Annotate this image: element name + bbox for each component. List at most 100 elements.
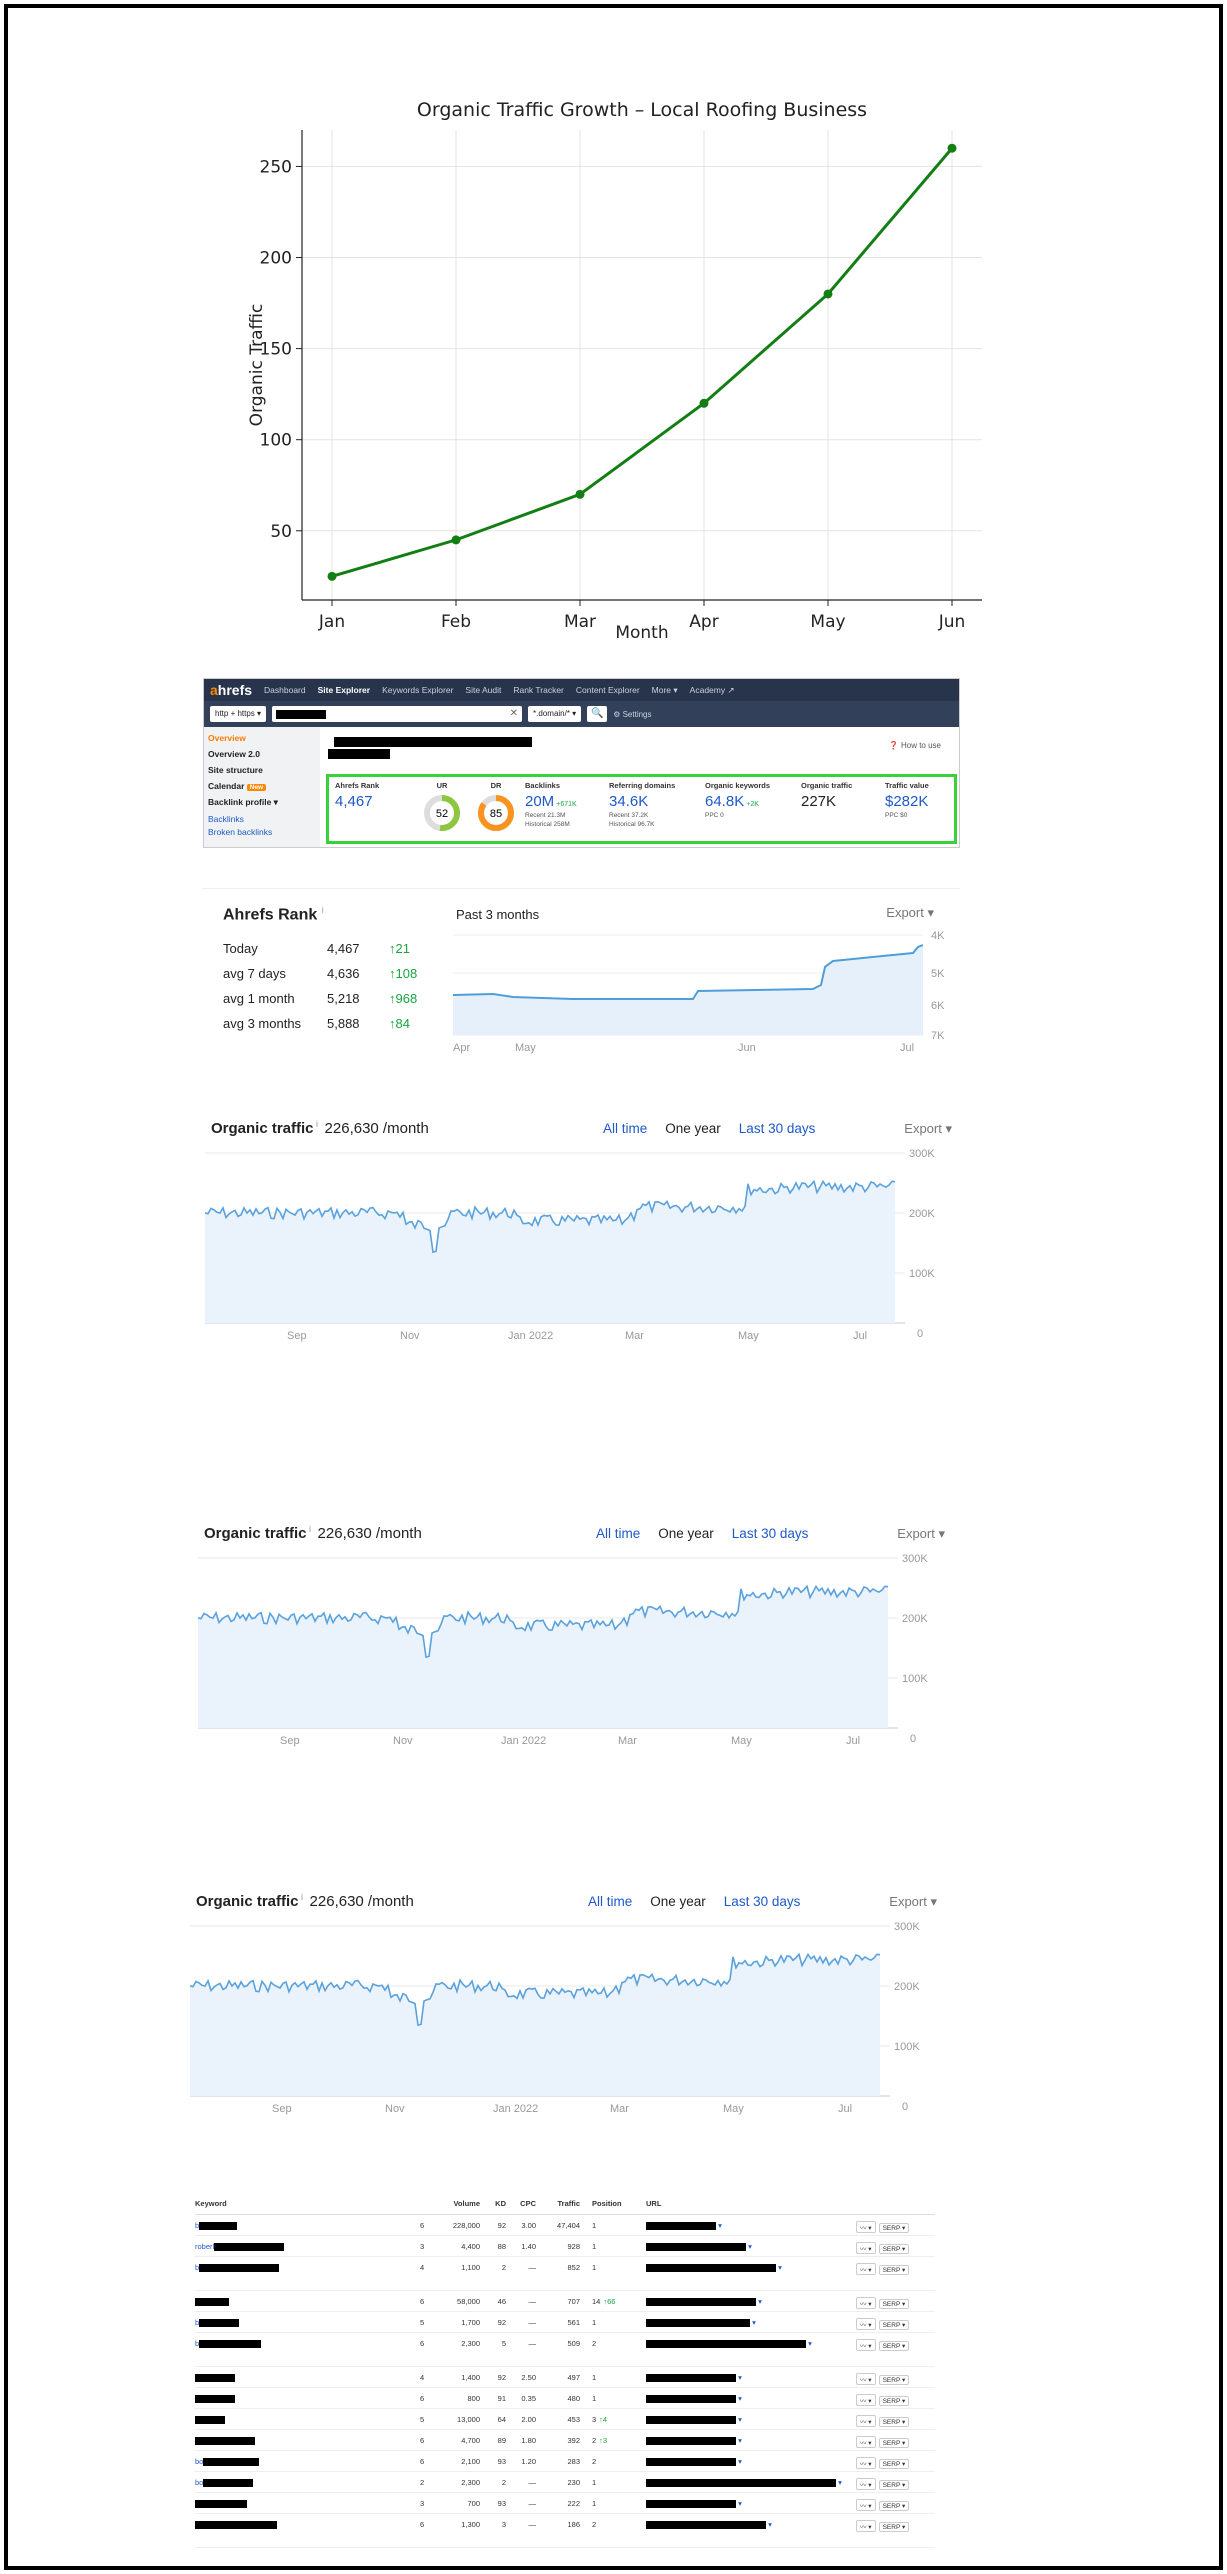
url-dropdown-icon[interactable]: ▾ <box>806 2339 812 2348</box>
url-dropdown-icon[interactable]: ▾ <box>756 2297 762 2306</box>
info-icon[interactable]: i <box>307 1524 314 1534</box>
trend-icon[interactable]: 〰 ▾ <box>856 2262 876 2275</box>
nav-academy[interactable]: Academy ↗ <box>690 685 735 696</box>
tab-last-30-days[interactable]: Last 30 days <box>739 1121 816 1136</box>
trend-icon[interactable]: 〰 ▾ <box>856 2317 876 2330</box>
url-dropdown-icon[interactable]: ▾ <box>716 2221 722 2230</box>
url-dropdown-icon[interactable]: ▾ <box>736 2436 742 2445</box>
redacted-url[interactable] <box>646 2297 756 2306</box>
sidebar-item-calendar[interactable]: Calendar New <box>208 781 316 791</box>
redacted-url[interactable] <box>646 2457 736 2466</box>
redacted-url[interactable] <box>646 2415 736 2424</box>
url-dropdown-icon[interactable]: ▾ <box>766 2520 772 2529</box>
redacted-url[interactable] <box>646 2242 746 2251</box>
redacted-url[interactable] <box>646 2478 836 2487</box>
url-dropdown-icon[interactable]: ▾ <box>736 2373 742 2382</box>
trend-icon[interactable]: 〰 ▾ <box>856 2296 876 2309</box>
table-row[interactable]: 5 13,000 64 2.00 453 3 ↑4 ▾ 〰 ▾ SERP ▾ <box>195 2408 935 2430</box>
tab-one-year[interactable]: One year <box>658 1526 714 1541</box>
serp-button[interactable]: SERP ▾ <box>878 2374 910 2385</box>
table-row[interactable]: 6 4,700 89 1.80 392 2 ↑3 ▾ 〰 ▾ SERP ▾ <box>195 2429 935 2451</box>
table-row[interactable]: 3 700 93 — 222 1 ▾ 〰 ▾ SERP ▾ <box>195 2492 935 2514</box>
sidebar-item-overview[interactable]: Overview <box>208 733 316 743</box>
table-row[interactable]: 4 1,400 92 2.50 497 1 ▾ 〰 ▾ SERP ▾ <box>195 2366 935 2388</box>
serp-button[interactable]: SERP ▾ <box>878 2521 910 2532</box>
serp-button[interactable]: SERP ▾ <box>878 2222 910 2233</box>
table-row[interactable]: 6 58,000 46 — 707 14 ↑66 ▾ 〰 ▾ SERP ▾ <box>195 2290 935 2312</box>
table-row[interactable]: bo 2 2,300 2 — 230 1 ▾ 〰 ▾ SERP ▾ <box>195 2471 935 2493</box>
tab-all-time[interactable]: All time <box>603 1121 647 1136</box>
table-row[interactable]: b 4 1,100 2 — 852 1 ▾ 〰 ▾ SERP ▾ <box>195 2256 935 2291</box>
url-dropdown-icon[interactable]: ▾ <box>736 2499 742 2508</box>
url-dropdown-icon[interactable]: ▾ <box>750 2318 756 2327</box>
trend-icon[interactable]: 〰 ▾ <box>856 2456 876 2469</box>
sidebar-item-backlinks[interactable]: Backlinks <box>208 814 316 824</box>
trend-icon[interactable]: 〰 ▾ <box>856 2435 876 2448</box>
trend-icon[interactable]: 〰 ▾ <box>856 2393 876 2406</box>
table-row[interactable]: 6 1,300 3 — 186 2 ▾ 〰 ▾ SERP ▾ <box>195 2513 935 2548</box>
ahrefs-logo[interactable]: ahrefs <box>210 682 252 698</box>
tab-all-time[interactable]: All time <box>588 1894 632 1909</box>
url-dropdown-icon[interactable]: ▾ <box>736 2415 742 2424</box>
table-row[interactable]: bo 6 2,100 93 1.20 283 2 ▾ 〰 ▾ SERP ▾ <box>195 2450 935 2472</box>
nav-more[interactable]: More ▾ <box>652 685 678 696</box>
sidebar-item-backlink-profile[interactable]: Backlink profile ▾ <box>208 797 316 808</box>
redacted-url[interactable] <box>646 2520 766 2529</box>
serp-button[interactable]: SERP ▾ <box>878 2500 910 2511</box>
serp-button[interactable]: SERP ▾ <box>878 2319 910 2330</box>
tab-one-year[interactable]: One year <box>665 1121 721 1136</box>
nav-site-explorer[interactable]: Site Explorer <box>318 685 370 695</box>
nav-keywords-explorer[interactable]: Keywords Explorer <box>382 685 453 695</box>
col-url[interactable]: URL <box>646 2194 856 2215</box>
redacted-url[interactable] <box>646 2499 736 2508</box>
url-dropdown-icon[interactable]: ▾ <box>746 2242 752 2251</box>
redacted-url[interactable] <box>646 2318 750 2327</box>
trend-icon[interactable]: 〰 ▾ <box>856 2338 876 2351</box>
serp-button[interactable]: SERP ▾ <box>878 2243 910 2254</box>
info-icon[interactable]: i <box>322 905 324 915</box>
redacted-url[interactable] <box>646 2394 736 2403</box>
col-cpc[interactable]: CPC <box>510 2194 540 2215</box>
serp-button[interactable]: SERP ▾ <box>878 2298 910 2309</box>
table-row[interactable]: b 5 1,700 92 — 561 1 ▾ 〰 ▾ SERP ▾ <box>195 2311 935 2333</box>
redacted-url[interactable] <box>646 2263 776 2272</box>
tab-one-year[interactable]: One year <box>650 1894 706 1909</box>
table-row[interactable]: b 6 2,300 5 — 509 2 ▾ 〰 ▾ SERP ▾ <box>195 2332 935 2367</box>
nav-site-audit[interactable]: Site Audit <box>465 685 501 695</box>
redacted-url[interactable] <box>646 2221 716 2230</box>
target-url-input[interactable]: ✕ <box>272 706 523 722</box>
col-traffic[interactable]: Traffic <box>540 2194 584 2215</box>
traffic-export-button[interactable]: Export ▾ <box>889 1894 937 1910</box>
table-row[interactable]: 6 800 91 0.35 480 1 ▾ 〰 ▾ SERP ▾ <box>195 2387 935 2409</box>
table-row[interactable]: roberl 3 4,400 88 1.40 928 1 ▾ 〰 ▾ SERP ▾ <box>195 2235 935 2257</box>
url-dropdown-icon[interactable]: ▾ <box>736 2394 742 2403</box>
nav-rank-tracker[interactable]: Rank Tracker <box>513 685 564 695</box>
tab-last-30-days[interactable]: Last 30 days <box>724 1894 801 1909</box>
search-icon[interactable]: 🔍 <box>587 706 608 722</box>
trend-icon[interactable]: 〰 ▾ <box>856 2414 876 2427</box>
col-position[interactable]: Position <box>584 2194 646 2215</box>
trend-icon[interactable]: 〰 ▾ <box>856 2519 876 2532</box>
col-volume[interactable]: Volume <box>432 2194 484 2215</box>
protocol-select[interactable]: http + https ▾ <box>210 706 267 722</box>
mode-select[interactable]: *.domain/* ▾ <box>528 706 582 722</box>
traffic-export-button[interactable]: Export ▾ <box>897 1526 945 1542</box>
redacted-url[interactable] <box>646 2436 736 2445</box>
serp-button[interactable]: SERP ▾ <box>878 2479 910 2490</box>
nav-content-explorer[interactable]: Content Explorer <box>576 685 640 695</box>
sidebar-item-broken-backlinks[interactable]: Broken backlinks <box>208 827 316 837</box>
serp-button[interactable]: SERP ▾ <box>878 2264 910 2275</box>
sidebar-item-site-structure[interactable]: Site structure <box>208 765 316 775</box>
trend-icon[interactable]: 〰 ▾ <box>856 2498 876 2511</box>
serp-button[interactable]: SERP ▾ <box>878 2416 910 2427</box>
trend-icon[interactable]: 〰 ▾ <box>856 2477 876 2490</box>
info-icon[interactable]: i <box>314 1119 321 1129</box>
clear-icon[interactable]: ✕ <box>510 708 518 719</box>
info-icon[interactable]: i <box>299 1892 306 1902</box>
serp-button[interactable]: SERP ▾ <box>878 2340 910 2351</box>
rank-export-button[interactable]: Export ▾ <box>886 905 934 921</box>
col-kd[interactable]: KD <box>484 2194 510 2215</box>
nav-dashboard[interactable]: Dashboard <box>264 685 306 695</box>
serp-button[interactable]: SERP ▾ <box>878 2437 910 2448</box>
serp-button[interactable]: SERP ▾ <box>878 2458 910 2469</box>
